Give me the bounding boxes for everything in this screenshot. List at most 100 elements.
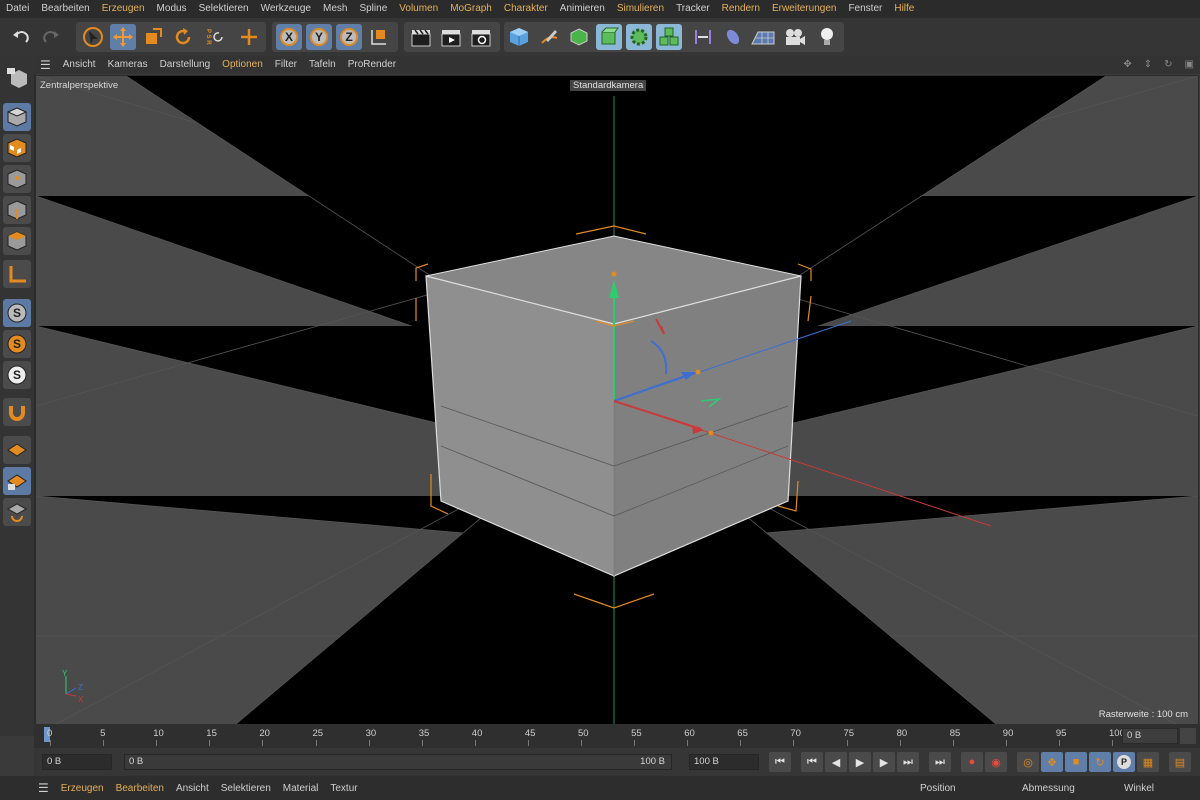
cloner-button[interactable] — [626, 24, 652, 50]
redo-button[interactable] — [38, 24, 64, 50]
psr-button[interactable]: P S R — [200, 24, 230, 50]
menu-simulieren[interactable]: Simulieren — [611, 0, 670, 18]
menu-tracker[interactable]: Tracker — [670, 0, 716, 18]
add-tool-button[interactable] — [236, 24, 262, 50]
timeline-ruler[interactable]: 0 5 10 15 20 25 30 35 40 45 50 55 60 65 70 75 80 85 90 95 10… — [34, 724, 1200, 748]
make-editable-button[interactable] — [3, 64, 31, 92]
magnet-tool-button[interactable] — [3, 398, 31, 426]
snap-settings-button[interactable]: S — [3, 330, 31, 358]
texture-mode-button[interactable] — [3, 134, 31, 162]
bottom-menu-icon[interactable]: ☰ — [32, 781, 55, 795]
menu-mesh[interactable]: Mesh — [317, 0, 353, 18]
polygons-mode-button[interactable] — [3, 227, 31, 255]
key-rotation-button[interactable]: ↻ — [1089, 752, 1111, 772]
undo-button[interactable] — [8, 24, 34, 50]
key-parameter-button[interactable]: P — [1113, 752, 1135, 772]
next-key-button[interactable]: ⏭ — [897, 752, 919, 772]
deformer-button[interactable] — [690, 24, 716, 50]
edges-mode-button[interactable] — [3, 196, 31, 224]
pen-spline-button[interactable] — [536, 24, 562, 50]
vp-menu-darstellung[interactable]: Darstellung — [154, 56, 217, 74]
menu-datei[interactable]: Datei — [0, 0, 35, 18]
viewport-maximize-icon[interactable]: ▣ — [1179, 56, 1200, 74]
vp-menu-tafeln[interactable]: Tafeln — [303, 56, 342, 74]
vp-menu-prorender[interactable]: ProRender — [342, 56, 402, 74]
workplane-button[interactable] — [3, 260, 31, 288]
current-frame-field[interactable]: 0 B — [1122, 728, 1178, 744]
snapping-button[interactable]: S — [3, 299, 31, 327]
axis-z-button[interactable]: Z — [336, 24, 362, 50]
light-object-button[interactable] — [814, 24, 840, 50]
extrude-generator-button[interactable] — [596, 24, 622, 50]
render-settings-button[interactable] — [468, 24, 494, 50]
render-view-button[interactable] — [408, 24, 434, 50]
menu-selektieren[interactable]: Selektieren — [193, 0, 255, 18]
autokey-button[interactable]: ◉ — [985, 752, 1007, 772]
end-frame-field[interactable]: 100 B — [689, 754, 759, 770]
move-tool-button[interactable] — [110, 24, 136, 50]
menu-animieren[interactable]: Animieren — [554, 0, 611, 18]
3d-viewport[interactable]: Y Z X Zentralperspektive Standardkamera … — [35, 75, 1199, 725]
model-mode-button[interactable] — [3, 103, 31, 131]
subdivision-surface-button[interactable] — [566, 24, 592, 50]
axis-y-button[interactable]: Y — [306, 24, 332, 50]
menu-mograph[interactable]: MoGraph — [444, 0, 498, 18]
field-button[interactable] — [720, 24, 746, 50]
menu-fenster[interactable]: Fenster — [842, 0, 888, 18]
rotate-tool-button[interactable] — [170, 24, 196, 50]
viewport-menu-icon[interactable]: ☰ — [34, 56, 57, 74]
bottom-menu-selektieren[interactable]: Selektieren — [215, 783, 277, 794]
scale-tool-button[interactable] — [140, 24, 166, 50]
bottom-menu-ansicht[interactable]: Ansicht — [170, 783, 215, 794]
viewport-move-icon[interactable]: ✥ — [1117, 56, 1137, 74]
bottom-menu-textur[interactable]: Textur — [324, 783, 363, 794]
live-selection-button[interactable] — [80, 24, 106, 50]
key-position-button[interactable]: ✥ — [1041, 752, 1063, 772]
coordinate-system-button[interactable] — [366, 24, 392, 50]
menu-spline[interactable]: Spline — [353, 0, 393, 18]
viewport-camera-label[interactable]: Standardkamera — [570, 80, 647, 91]
key-pla-button[interactable]: ▦ — [1137, 752, 1159, 772]
menu-volumen[interactable]: Volumen — [393, 0, 444, 18]
go-to-start-button[interactable]: ⏮ — [769, 752, 791, 772]
planar-workplane-button[interactable] — [3, 498, 31, 526]
menu-erweiterungen[interactable]: Erweiterungen — [766, 0, 842, 18]
mograph-cubes-button[interactable] — [656, 24, 682, 50]
snap-mode-button[interactable]: S — [3, 361, 31, 389]
menu-modus[interactable]: Modus — [151, 0, 193, 18]
next-frame-button[interactable]: ▶ — [873, 752, 895, 772]
menu-charakter[interactable]: Charakter — [498, 0, 554, 18]
bottom-menu-material[interactable]: Material — [277, 783, 325, 794]
go-to-end-button[interactable]: ⏭ — [929, 752, 951, 772]
lock-workplane-button[interactable] — [3, 467, 31, 495]
timeline-settings-button[interactable] — [1180, 728, 1196, 744]
vp-menu-optionen[interactable]: Optionen — [216, 56, 269, 74]
previous-key-button[interactable]: ⏮ — [801, 752, 823, 772]
play-button[interactable]: ▶ — [849, 752, 871, 772]
menu-hilfe[interactable]: Hilfe — [888, 0, 920, 18]
viewport-rotate-icon[interactable]: ↻ — [1158, 56, 1178, 74]
viewport-zoom-icon[interactable]: ⇕ — [1138, 56, 1158, 74]
render-to-picture-viewer-button[interactable] — [438, 24, 464, 50]
menu-erzeugen[interactable]: Erzeugen — [96, 0, 151, 18]
vp-menu-ansicht[interactable]: Ansicht — [57, 56, 102, 74]
vp-menu-kameras[interactable]: Kameras — [102, 56, 154, 74]
bottom-menu-erzeugen[interactable]: Erzeugen — [55, 783, 110, 794]
axis-x-button[interactable]: X — [276, 24, 302, 50]
start-frame-field[interactable]: 0 B — [42, 754, 112, 770]
camera-object-button[interactable] — [782, 24, 808, 50]
cube-object-button[interactable] — [506, 24, 532, 50]
menu-rendern[interactable]: Rendern — [716, 0, 766, 18]
menu-werkzeuge[interactable]: Werkzeuge — [255, 0, 317, 18]
previous-frame-button[interactable]: ◀ — [825, 752, 847, 772]
menu-bearbeiten[interactable]: Bearbeiten — [35, 0, 95, 18]
floor-object-button[interactable] — [750, 24, 776, 50]
timeline-window-button[interactable]: ▤ — [1169, 752, 1191, 772]
vp-menu-filter[interactable]: Filter — [269, 56, 303, 74]
record-active-button[interactable]: ● — [961, 752, 983, 772]
symmetry-button[interactable] — [3, 436, 31, 464]
key-scale-button[interactable]: ■ — [1065, 752, 1087, 772]
keyframe-selection-button[interactable]: ◎ — [1017, 752, 1039, 772]
range-slider[interactable]: 0 B 100 B — [124, 754, 672, 770]
bottom-menu-bearbeiten[interactable]: Bearbeiten — [110, 783, 170, 794]
